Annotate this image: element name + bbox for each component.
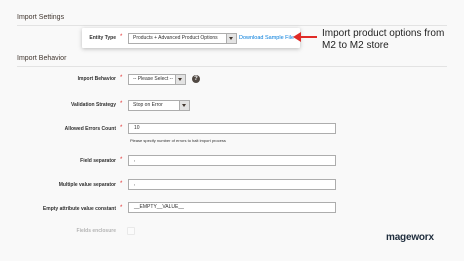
allowed-errors-note: Please specify number of errors to halt … xyxy=(130,138,226,143)
entity-type-value: Products + Advanced Product Options xyxy=(133,35,218,41)
allowed-errors-input[interactable]: 10 xyxy=(128,123,336,134)
multiple-value-separator-input[interactable]: , xyxy=(128,179,336,190)
multiple-value-separator-label: Multiple value separator xyxy=(58,182,116,188)
import-behavior-select[interactable]: -- Please Select -- xyxy=(128,74,186,85)
chevron-down-icon xyxy=(226,34,236,43)
field-separator-label: Field separator xyxy=(80,158,116,164)
entity-type-label: Entity Type xyxy=(89,35,116,41)
required-mark: * xyxy=(120,157,123,163)
chevron-down-icon xyxy=(179,101,189,110)
fields-enclosure-label: Fields enclosure xyxy=(76,228,116,234)
chevron-down-icon xyxy=(175,75,185,84)
section-divider xyxy=(17,25,447,26)
validation-strategy-label: Validation Strategy xyxy=(70,102,116,108)
import-behavior-title: Import Behavior xyxy=(17,55,67,62)
import-behavior-value: -- Please Select -- xyxy=(133,76,174,82)
help-icon[interactable]: ? xyxy=(192,75,200,83)
required-mark: * xyxy=(120,34,123,40)
fields-enclosure-checkbox[interactable] xyxy=(127,227,135,235)
import-settings-title: Import Settings xyxy=(17,14,65,21)
mageworx-logo: mageworx xyxy=(386,232,434,243)
arrow-icon xyxy=(293,32,317,42)
field-separator-input[interactable]: , xyxy=(128,155,336,166)
allowed-errors-label: Allowed Errors Count xyxy=(64,126,116,132)
import-behavior-label: Import Behavior xyxy=(77,76,116,82)
empty-attribute-label: Empty attribute value constant xyxy=(42,206,116,212)
required-mark: * xyxy=(120,101,123,107)
validation-strategy-select[interactable]: Stop on Error xyxy=(128,100,190,111)
required-mark: * xyxy=(120,75,123,81)
callout-line-1: Import product options from xyxy=(322,28,445,39)
required-mark: * xyxy=(120,181,123,187)
download-sample-file-link[interactable]: Download Sample File xyxy=(239,35,294,41)
entity-type-select[interactable]: Products + Advanced Product Options xyxy=(128,33,237,44)
section-divider xyxy=(17,66,447,67)
required-mark: * xyxy=(120,205,123,211)
callout-line-2: M2 to M2 store xyxy=(322,40,389,51)
empty-attribute-input[interactable]: __EMPTY__VALUE__ xyxy=(128,202,336,213)
validation-strategy-value: Stop on Error xyxy=(133,102,163,108)
required-mark: * xyxy=(120,125,123,131)
